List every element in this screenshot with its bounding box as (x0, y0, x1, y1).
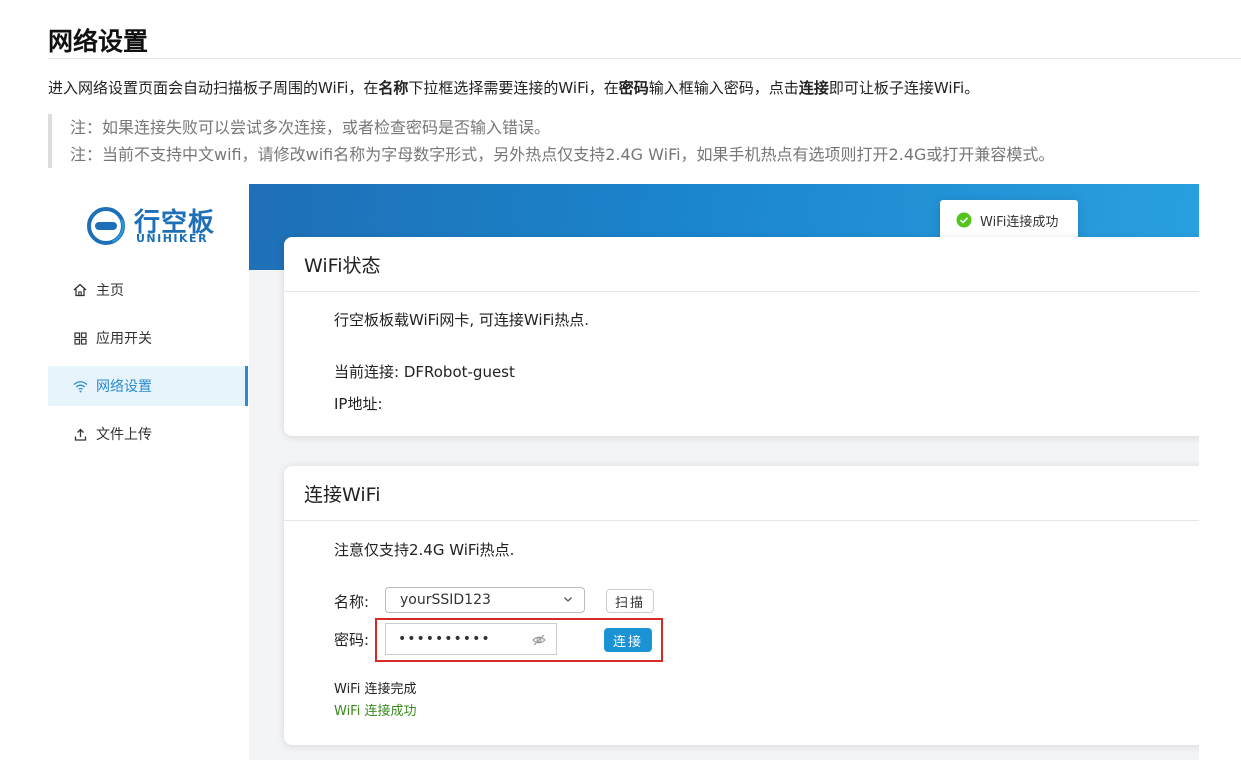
highlight-box (375, 618, 663, 662)
ssid-label: 名称: (334, 593, 370, 611)
main-content: WiFi连接成功 WiFi状态 行空板板载WiFi网卡, 可连接WiFi热点. … (249, 184, 1199, 760)
toast-text: WiFi连接成功 (980, 214, 1059, 230)
title-divider (48, 58, 1241, 59)
upload-icon (72, 426, 88, 442)
intro-paragraph: 进入网络设置页面会自动扫描板子周围的WiFi，在名称下拉框选择需要连接的WiFi… (48, 77, 979, 98)
sidebar-item-network[interactable]: 网络设置 (48, 366, 248, 406)
logo: 行空板 UNIHIKER (86, 204, 226, 248)
card-title: 连接WiFi (284, 466, 1199, 521)
note-line: 注：当前不支持中文wifi，请修改wifi名称为字母数字形式，另外热点仅支持2.… (70, 145, 1055, 164)
sidebar-item-apps[interactable]: 应用开关 (48, 318, 248, 358)
logo-subtitle: UNIHIKER (136, 232, 209, 245)
intro-text: 即可让板子连接WiFi。 (828, 79, 980, 97)
logo-mark-icon (87, 207, 125, 245)
wifi-icon (72, 378, 88, 394)
intro-text: 输入框输入密码，点击 (648, 79, 799, 97)
note-line: 注：如果连接失败可以尝试多次连接，或者检查密码是否输入错误。 (70, 118, 551, 137)
connect-hint: 注意仅支持2.4G WiFi热点. (334, 541, 515, 559)
sidebar: 行空板 UNIHIKER 主页 应用开关 网络设置 文件上传 (48, 184, 248, 760)
sidebar-item-label: 应用开关 (96, 331, 152, 347)
connect-status-line: WiFi 连接完成 (334, 682, 417, 697)
ssid-select[interactable]: yourSSID123 (385, 587, 585, 613)
intro-text: 进入网络设置页面会自动扫描板子周围的WiFi，在 (48, 79, 379, 97)
sidebar-item-label: 文件上传 (96, 427, 152, 443)
app-screenshot: 行空板 UNIHIKER 主页 应用开关 网络设置 文件上传 WiFi连接成功 … (48, 184, 1199, 760)
card-title: WiFi状态 (284, 237, 1199, 292)
sidebar-item-label: 网络设置 (96, 379, 152, 395)
password-label: 密码: (334, 631, 370, 649)
status-description: 行空板板载WiFi网卡, 可连接WiFi热点. (334, 311, 590, 329)
intro-bold-password: 密码 (618, 79, 649, 97)
intro-text: 下拉框选择需要连接的WiFi，在 (408, 79, 619, 97)
home-icon (72, 282, 88, 298)
current-connection: 当前连接: DFRobot-guest (334, 363, 515, 381)
sidebar-item-home[interactable]: 主页 (48, 270, 248, 310)
connect-success-line: WiFi 连接成功 (334, 704, 417, 719)
page-title: 网络设置 (48, 27, 149, 56)
wifi-status-card: WiFi状态 行空板板载WiFi网卡, 可连接WiFi热点. 当前连接: DFR… (284, 237, 1199, 436)
ssid-value: yourSSID123 (400, 592, 491, 608)
note-blockquote: 注：如果连接失败可以尝试多次连接，或者检查密码是否输入错误。 注：当前不支持中文… (48, 114, 1054, 168)
intro-bold-connect: 连接 (798, 79, 829, 97)
check-circle-icon (956, 212, 972, 228)
success-toast: WiFi连接成功 (940, 200, 1078, 240)
grid-icon (72, 330, 88, 346)
chevron-down-icon (564, 597, 572, 602)
ip-address-label: IP地址: (334, 395, 383, 413)
sidebar-item-upload[interactable]: 文件上传 (48, 414, 248, 454)
connect-wifi-card: 连接WiFi 注意仅支持2.4G WiFi热点. 名称: yourSSID123… (284, 466, 1199, 745)
intro-bold-name: 名称 (378, 79, 409, 97)
sidebar-item-label: 主页 (96, 283, 124, 299)
scan-button[interactable]: 扫描 (606, 589, 654, 613)
